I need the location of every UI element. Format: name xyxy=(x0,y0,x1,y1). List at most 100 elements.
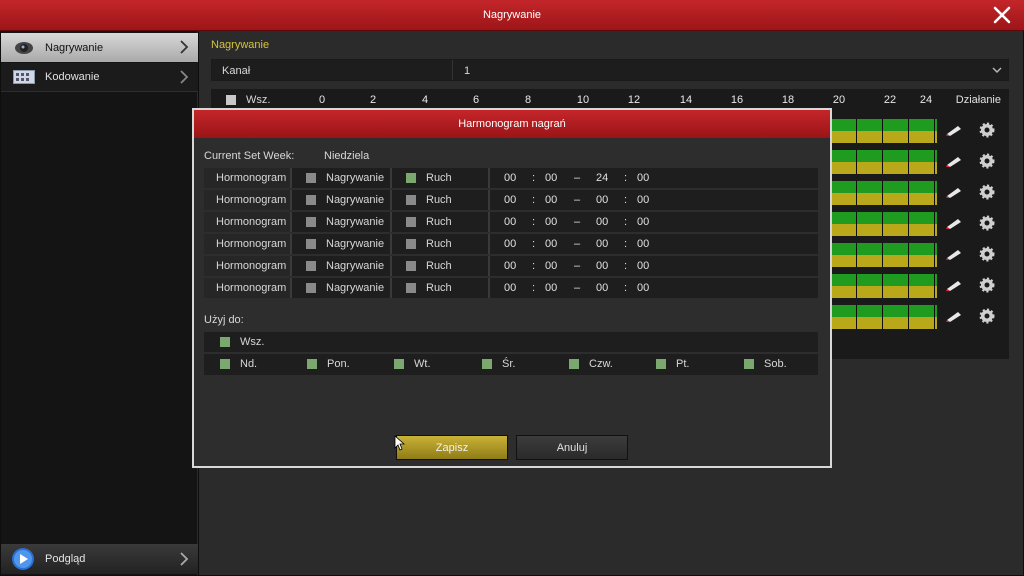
time-field-start-m[interactable]: 00 xyxy=(545,282,557,294)
day-checkbox[interactable] xyxy=(394,359,404,369)
motion-checkbox[interactable] xyxy=(406,173,416,183)
week-value: Niedziela xyxy=(324,150,370,162)
time-field-start-h[interactable]: 00 xyxy=(504,238,516,250)
pencil-icon[interactable] xyxy=(945,154,963,168)
record-checkbox[interactable] xyxy=(306,261,316,271)
row-actions xyxy=(939,305,1009,329)
motion-option[interactable]: Ruch xyxy=(394,256,490,276)
time-field-end-h[interactable]: 24 xyxy=(596,172,608,184)
sidebar-item-nagrywanie[interactable]: Nagrywanie xyxy=(1,33,198,62)
day-label: Pon. xyxy=(327,358,350,370)
motion-option[interactable]: Ruch xyxy=(394,168,490,188)
close-icon[interactable] xyxy=(992,5,1012,25)
time-field-start-m[interactable]: 00 xyxy=(545,216,557,228)
time-field-start-h[interactable]: 00 xyxy=(504,194,516,206)
gear-icon[interactable] xyxy=(979,308,995,324)
record-checkbox[interactable] xyxy=(306,217,316,227)
motion-checkbox[interactable] xyxy=(406,239,416,249)
time-field-end-h[interactable]: 00 xyxy=(596,260,608,272)
day-checkbox[interactable] xyxy=(569,359,579,369)
motion-checkbox[interactable] xyxy=(406,261,416,271)
record-option[interactable]: Nagrywanie xyxy=(294,190,392,210)
record-label: Nagrywanie xyxy=(326,282,385,294)
motion-checkbox[interactable] xyxy=(406,283,416,293)
range-separator: – xyxy=(574,238,581,250)
pencil-icon[interactable] xyxy=(945,278,963,292)
gear-icon[interactable] xyxy=(979,153,995,169)
day-checkbox[interactable] xyxy=(744,359,754,369)
schedule-bar[interactable] xyxy=(831,119,937,143)
time-field-end-h[interactable]: 00 xyxy=(596,238,608,250)
sidebar-item-label: Podgląd xyxy=(45,553,86,565)
hour-label: 8 xyxy=(524,94,532,106)
record-option[interactable]: Nagrywanie xyxy=(294,278,392,298)
record-label: Nagrywanie xyxy=(326,238,385,250)
gear-icon[interactable] xyxy=(979,277,995,293)
record-option[interactable]: Nagrywanie xyxy=(294,256,392,276)
dialog-title: Harmonogram nagrań xyxy=(194,110,830,138)
time-field-end-m[interactable]: 00 xyxy=(637,238,649,250)
time-field-start-m[interactable]: 00 xyxy=(545,194,557,206)
motion-checkbox[interactable] xyxy=(406,195,416,205)
time-field-start-m[interactable]: 00 xyxy=(545,238,557,250)
time-field-end-m[interactable]: 00 xyxy=(637,172,649,184)
schedule-bar[interactable] xyxy=(831,181,937,205)
time-field-end-m[interactable]: 00 xyxy=(637,194,649,206)
time-field-start-h[interactable]: 00 xyxy=(504,216,516,228)
gear-icon[interactable] xyxy=(979,122,995,138)
record-checkbox[interactable] xyxy=(306,173,316,183)
motion-option[interactable]: Ruch xyxy=(394,190,490,210)
time-field-end-m[interactable]: 00 xyxy=(637,216,649,228)
time-field-end-h[interactable]: 00 xyxy=(596,216,608,228)
time-field-end-m[interactable]: 00 xyxy=(637,260,649,272)
time-field-start-h[interactable]: 00 xyxy=(504,282,516,294)
record-option[interactable]: Nagrywanie xyxy=(294,168,392,188)
schedule-name: Hormonogram xyxy=(204,234,292,254)
time-field-end-h[interactable]: 00 xyxy=(596,282,608,294)
time-field-end-h[interactable]: 00 xyxy=(596,194,608,206)
record-option[interactable]: Nagrywanie xyxy=(294,212,392,232)
pencil-icon[interactable] xyxy=(945,185,963,199)
time-field-start-h[interactable]: 00 xyxy=(504,260,516,272)
record-checkbox[interactable] xyxy=(306,283,316,293)
pencil-icon[interactable] xyxy=(945,247,963,261)
select-all-checkbox[interactable] xyxy=(226,95,236,105)
time-field-start-m[interactable]: 00 xyxy=(545,260,557,272)
sidebar-item-podglad[interactable]: Podgląd xyxy=(1,544,198,574)
motion-option[interactable]: Ruch xyxy=(394,278,490,298)
gear-icon[interactable] xyxy=(979,184,995,200)
record-checkbox[interactable] xyxy=(306,239,316,249)
pencil-icon[interactable] xyxy=(945,123,963,137)
pencil-icon[interactable] xyxy=(945,309,963,323)
schedule-bar[interactable] xyxy=(831,274,937,298)
schedule-name: Hormonogram xyxy=(204,212,292,232)
motion-option[interactable]: Ruch xyxy=(394,212,490,232)
gear-icon[interactable] xyxy=(979,246,995,262)
day-checkbox[interactable] xyxy=(482,359,492,369)
schedule-bar[interactable] xyxy=(831,243,937,267)
time-field-start-m[interactable]: 00 xyxy=(545,172,557,184)
motion-option[interactable]: Ruch xyxy=(394,234,490,254)
apply-all-checkbox[interactable] xyxy=(220,337,230,347)
save-button[interactable]: Zapisz xyxy=(396,435,508,460)
schedule-bar[interactable] xyxy=(831,305,937,329)
schedule-bar[interactable] xyxy=(831,150,937,174)
schedule-bar[interactable] xyxy=(831,212,937,236)
select-all-label: Wsz. xyxy=(246,94,271,106)
day-checkbox[interactable] xyxy=(220,359,230,369)
sidebar-item-kodowanie[interactable]: Kodowanie xyxy=(1,63,198,92)
gear-icon[interactable] xyxy=(979,215,995,231)
record-checkbox[interactable] xyxy=(306,195,316,205)
apply-all-label: Wsz. xyxy=(240,336,265,348)
time-field-start-h[interactable]: 00 xyxy=(504,172,516,184)
motion-checkbox[interactable] xyxy=(406,217,416,227)
schedule-name: Hormonogram xyxy=(204,190,292,210)
pencil-icon[interactable] xyxy=(945,216,963,230)
channel-select[interactable]: Kanał 1 xyxy=(211,59,1009,81)
cancel-button[interactable]: Anuluj xyxy=(516,435,628,460)
record-option[interactable]: Nagrywanie xyxy=(294,234,392,254)
day-checkbox[interactable] xyxy=(656,359,666,369)
time-field-end-m[interactable]: 00 xyxy=(637,282,649,294)
day-checkbox[interactable] xyxy=(307,359,317,369)
apply-days-row: Nd. Pon. Wt. Śr. Czw. Pt. Sob. xyxy=(204,354,818,375)
